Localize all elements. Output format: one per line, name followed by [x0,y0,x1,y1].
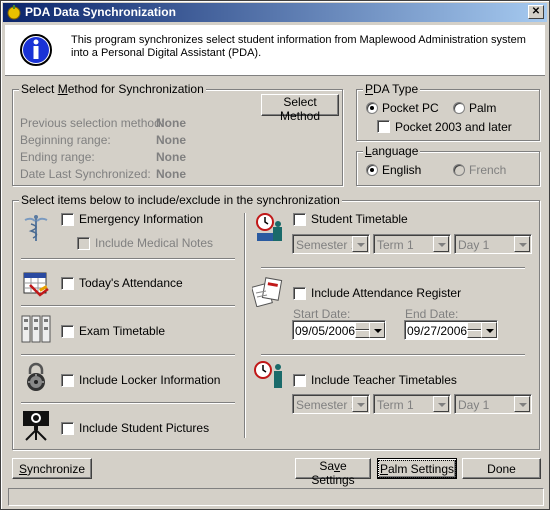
pda-sync-window: PDA Data Synchronization ✕ This program … [0,0,550,510]
info-icon [19,33,53,70]
close-icon[interactable]: ✕ [528,5,544,19]
separator [21,402,235,404]
end-date-field[interactable]: 09/27/2006 [404,320,498,340]
separator [21,258,235,260]
teacher-term-select[interactable]: Term 1 [373,394,451,414]
calendar-icon [22,269,50,300]
attendance-register-checkbox[interactable] [293,287,306,300]
items-group: Select items below to include/exclude in… [12,193,540,450]
medical-notes-label: Include Medical Notes [95,236,214,250]
pocket2003-label: Pocket 2003 and later [395,120,512,134]
palm-radio[interactable] [453,102,465,114]
end-date-spin-down[interactable] [467,330,482,338]
pda-type-group: PDA Type Pocket PC Palm Pocket 2003 and … [356,82,540,141]
locker-checkbox[interactable] [61,374,74,387]
palm-settings-button[interactable]: Palm Settings [377,458,457,479]
camera-icon [20,407,52,444]
separator [261,267,525,269]
separator [21,305,235,307]
start-date-spin-up[interactable] [355,322,370,330]
beginning-range-value: None [156,133,186,147]
save-settings-button[interactable]: Save Settings [295,458,371,487]
pictures-checkbox[interactable] [61,422,74,435]
previous-method-label: Previous selection method: [20,116,165,130]
student-timetable-label: Student Timetable [311,212,408,226]
items-legend: Select items below to include/exclude in… [19,193,342,207]
attendance-label: Today's Attendance [79,276,183,290]
language-group: Language English French [356,144,540,186]
pocket2003-checkbox[interactable] [377,120,390,133]
teacher-day-select[interactable]: Day 1 [454,394,532,414]
attendance-register-label: Include Attendance Register [311,286,462,300]
separator [261,354,525,356]
done-button[interactable]: Done [462,458,541,479]
app-icon [6,4,22,23]
start-date-label: Start Date: [293,307,351,321]
emergency-label: Emergency Information [79,212,204,226]
attendance-register-icon [251,275,288,310]
method-group-legend: Select Method for Synchronization [19,82,206,96]
pda-type-legend: PDA Type [363,82,421,96]
teacher-timetables-label: Include Teacher Timetables [311,373,457,387]
student-timetable-icon [253,213,287,248]
student-semester-select[interactable]: Semester 1 [292,234,370,254]
french-label: French [469,163,507,177]
info-panel: This program synchronizes select student… [5,25,545,76]
teacher-timetables-checkbox[interactable] [293,374,306,387]
previous-method-value: None [156,116,186,130]
method-group: Select Method for Synchronization Select… [12,82,343,186]
window-title: PDA Data Synchronization [25,5,176,19]
end-date-label: End Date: [405,307,459,321]
exam-checkbox[interactable] [61,325,74,338]
start-date-spin-down[interactable] [355,330,370,338]
emergency-checkbox[interactable] [61,213,74,226]
start-date-dropdown-icon[interactable] [369,322,385,338]
english-label: English [382,163,422,177]
attendance-checkbox[interactable] [61,277,74,290]
last-sync-value: None [156,167,186,181]
beginning-range-label: Beginning range: [20,133,111,147]
student-term-select[interactable]: Term 1 [373,234,451,254]
lock-icon [22,362,50,395]
pocket-pc-radio[interactable] [366,102,378,114]
teacher-timetables-icon [253,360,287,395]
last-sync-label: Date Last Synchronized: [20,167,151,181]
status-bar [8,488,544,506]
exam-timetable-icon [21,314,51,347]
separator [21,354,235,356]
student-timetable-checkbox[interactable] [293,213,306,226]
caduceus-icon [22,214,50,245]
palm-label: Palm [469,101,497,115]
info-text: This program synchronizes select student… [71,34,526,59]
locker-label: Include Locker Information [79,373,221,387]
ending-range-label: Ending range: [20,150,95,164]
pocket-pc-label: Pocket PC [382,101,439,115]
pictures-label: Include Student Pictures [79,421,210,435]
english-radio[interactable] [366,164,378,176]
start-date-field[interactable]: 09/05/2006 [292,320,386,340]
title-bar: PDA Data Synchronization ✕ [3,3,547,22]
end-date-spin-up[interactable] [467,322,482,330]
ending-range-value: None [156,150,186,164]
medical-notes-checkbox[interactable] [77,237,90,250]
language-legend: Language [363,144,421,158]
exam-label: Exam Timetable [79,324,166,338]
end-date-dropdown-icon[interactable] [481,322,497,338]
synchronize-button[interactable]: Synchronize [12,458,92,479]
column-divider [244,213,246,438]
select-method-button[interactable]: Select Method [261,94,339,123]
french-radio[interactable] [453,164,465,176]
student-day-select[interactable]: Day 1 [454,234,532,254]
teacher-semester-select[interactable]: Semester 1 [292,394,370,414]
